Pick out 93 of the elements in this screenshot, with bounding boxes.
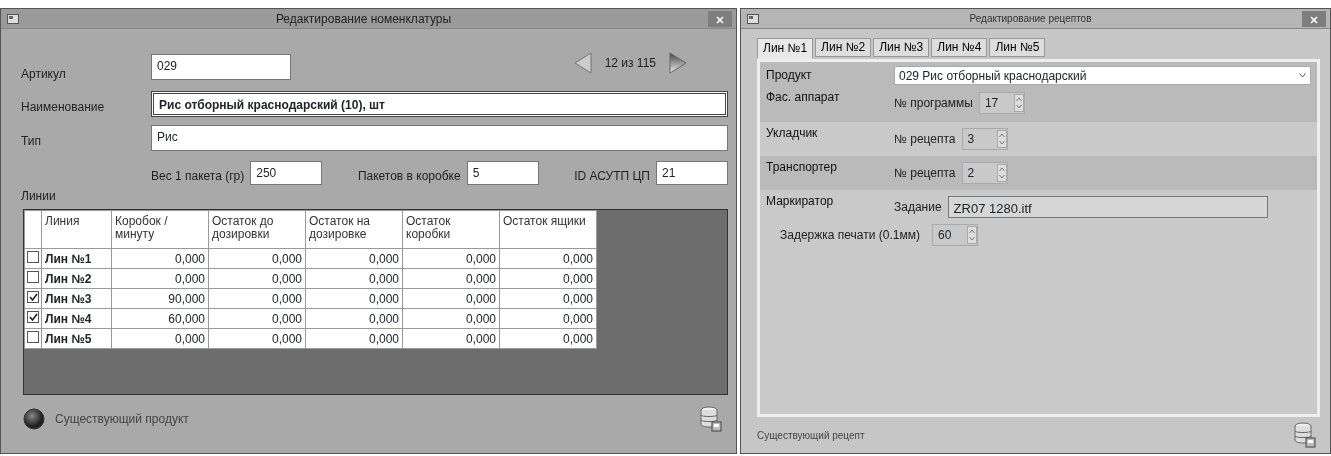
- field-label: Пакетов в коробке: [357, 168, 461, 185]
- table-cell: 60,000: [111, 308, 209, 329]
- number-spinner[interactable]: 17: [978, 92, 1025, 114]
- column-header: Остаток коробки: [402, 210, 500, 249]
- spin-arrows-icon: [1013, 93, 1024, 113]
- table-cell: 0,000: [499, 268, 597, 289]
- tab[interactable]: Лин №2: [815, 38, 872, 57]
- text-field[interactable]: 029: [151, 54, 291, 80]
- field-label: Фас. аппарат: [766, 89, 841, 106]
- field-label: Продукт: [766, 67, 813, 84]
- text-field[interactable]: Рис отборный краснодарский (10), шт: [151, 91, 728, 117]
- table-cell: 0,000: [208, 268, 306, 289]
- table-cell: 0,000: [208, 248, 306, 269]
- table-cell: 0,000: [402, 248, 500, 269]
- number-spinner[interactable]: 3: [961, 128, 1008, 150]
- table-cell: 0,000: [208, 328, 306, 349]
- close-button[interactable]: [708, 10, 732, 27]
- field-label: Наименование: [21, 99, 106, 116]
- table-cell: 0,000: [305, 308, 403, 329]
- table-cell: 0,000: [208, 308, 306, 329]
- checkbox[interactable]: [27, 270, 39, 283]
- table-cell: 0,000: [499, 288, 597, 309]
- table-cell: 0,000: [305, 248, 403, 269]
- close-icon: [716, 15, 724, 24]
- status-text: Существующий рецепт: [757, 428, 865, 443]
- product-dropdown[interactable]: 029 Рис отборный краснодарский: [894, 66, 1311, 85]
- window-title: Редактирование рецептов: [968, 12, 1093, 26]
- table-cell: 0,000: [402, 288, 500, 309]
- column-header: Линия: [41, 210, 112, 249]
- text-field[interactable]: Рис: [151, 125, 728, 151]
- column-header: Остаток на дозировке: [305, 210, 403, 249]
- field-label: Задержка печати (0.1мм): [780, 227, 920, 244]
- column-header: Остаток до дозировки: [208, 210, 306, 249]
- table-cell: 0,000: [305, 268, 403, 289]
- spin-arrows-icon: [996, 163, 1007, 183]
- field-label: Задание: [894, 199, 942, 216]
- window-title: Редактирование номенклатуры: [274, 10, 453, 28]
- field-label: № программы: [894, 95, 973, 112]
- section-label: Линии: [21, 188, 57, 205]
- table-cell: 0,000: [111, 328, 209, 349]
- field-label: Тип: [21, 133, 42, 150]
- table-cell: Лин №1: [41, 248, 112, 269]
- text-field[interactable]: ZR07 1280.itf: [947, 196, 1268, 218]
- table-cell: 0,000: [499, 308, 597, 329]
- table-cell: 0,000: [402, 328, 500, 349]
- table-cell: Лин №3: [41, 288, 112, 309]
- table-cell: 0,000: [499, 248, 597, 269]
- status-text: Существующий продукт: [55, 411, 189, 428]
- checkbox[interactable]: [27, 290, 39, 303]
- tab[interactable]: Лин №1: [757, 38, 814, 59]
- table-cell: 0,000: [111, 248, 209, 269]
- database-icon: [700, 406, 722, 432]
- spin-arrows-icon: [996, 129, 1007, 149]
- text-field[interactable]: 250: [250, 161, 323, 185]
- close-button[interactable]: [1302, 10, 1326, 27]
- field-label: Транспортер: [766, 159, 838, 176]
- database-icon: [1294, 422, 1316, 448]
- text-field[interactable]: 21: [656, 161, 728, 185]
- column-header: Остаток ящики: [499, 210, 597, 249]
- close-icon: [1310, 15, 1318, 24]
- table-cell: 0,000: [305, 288, 403, 309]
- table-cell: 0,000: [305, 328, 403, 349]
- record-counter: 12 из 115: [604, 55, 656, 72]
- field-label: Вес 1 пакета (гр): [151, 168, 245, 185]
- field-label: № рецепта: [894, 165, 956, 182]
- text-field[interactable]: 5: [466, 161, 539, 185]
- spin-arrows-icon: [966, 225, 977, 245]
- tab[interactable]: Лин №4: [931, 38, 988, 57]
- column-header: Коробок / минуту: [111, 210, 209, 249]
- checkbox[interactable]: [27, 330, 39, 343]
- field-label: № рецепта: [894, 131, 956, 148]
- table-cell: 0,000: [208, 288, 306, 309]
- field-label: Артикул: [21, 66, 67, 83]
- indicator-lamp-icon: [23, 408, 45, 430]
- table-cell: Лин №2: [41, 268, 112, 289]
- table-cell: Лин №4: [41, 308, 112, 329]
- table-cell: 0,000: [499, 328, 597, 349]
- number-spinner[interactable]: 60: [931, 224, 978, 246]
- table-cell: Лин №5: [41, 328, 112, 349]
- next-button[interactable]: [668, 51, 688, 75]
- checkbox[interactable]: [27, 250, 39, 263]
- table-cell: 0,000: [111, 268, 209, 289]
- field-label: ID АСУТП ЦП: [574, 168, 650, 185]
- tab[interactable]: Лин №5: [989, 38, 1046, 57]
- checkbox[interactable]: [27, 310, 39, 323]
- caret-icon: [1299, 73, 1306, 78]
- table-cell: 90,000: [111, 288, 209, 309]
- number-spinner[interactable]: 2: [961, 162, 1008, 184]
- tab[interactable]: Лин №3: [873, 38, 930, 57]
- table-cell: 0,000: [402, 268, 500, 289]
- table-cell: 0,000: [402, 308, 500, 329]
- field-label: Укладчик: [766, 125, 819, 142]
- field-label: Маркиратор: [766, 193, 835, 210]
